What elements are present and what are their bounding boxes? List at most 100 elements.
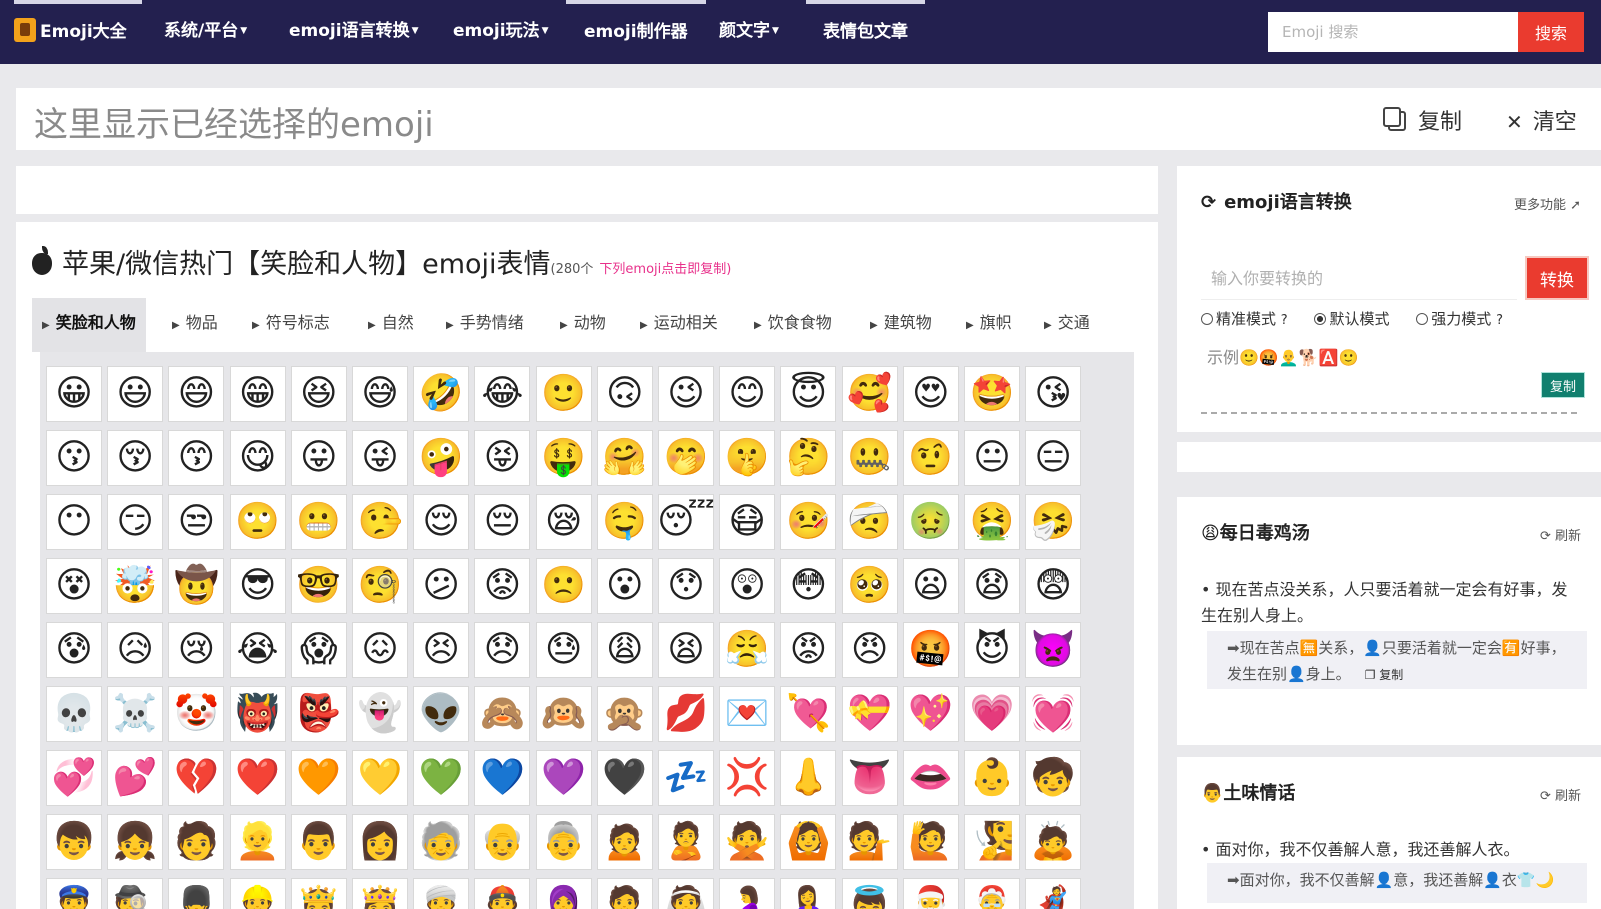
emoji-cell[interactable]: 🧒 xyxy=(1025,750,1082,806)
emoji-cell[interactable]: 💛 xyxy=(352,750,408,806)
emoji-cell[interactable]: 😲 xyxy=(719,558,776,614)
nav-item-platform[interactable]: 系统/平台 ▼ xyxy=(164,0,247,64)
tab-animals[interactable]: ▶ 动物 xyxy=(560,298,606,352)
emoji-cell[interactable]: 💤 xyxy=(658,750,714,806)
emoji-cell[interactable]: 😤 xyxy=(719,622,776,678)
nav-item-kaomoji[interactable]: 颜文字 ▼ xyxy=(719,0,779,64)
emoji-cell[interactable]: 💀 xyxy=(46,686,102,742)
emoji-cell[interactable]: 🙊 xyxy=(596,686,653,742)
tab-sports[interactable]: ▶ 运动相关 xyxy=(640,298,718,352)
emoji-cell[interactable]: 🙇 xyxy=(1025,814,1082,870)
emoji-cell[interactable]: 🥰 xyxy=(841,366,898,422)
emoji-cell[interactable]: 😳 xyxy=(780,558,837,614)
emoji-cell[interactable]: 😐 xyxy=(964,430,1020,486)
mode-precise[interactable]: 精准模式 ? xyxy=(1201,310,1288,328)
emoji-cell[interactable]: 😌 xyxy=(413,494,470,550)
emoji-cell[interactable]: 🤬 xyxy=(902,622,959,678)
emoji-cell[interactable]: 🤠 xyxy=(168,558,225,614)
emoji-cell[interactable]: 🦸 xyxy=(1025,878,1082,909)
emoji-cell[interactable]: 😨 xyxy=(1025,558,1082,614)
emoji-cell[interactable]: 💕 xyxy=(107,750,164,806)
emoji-cell[interactable]: 🧏 xyxy=(964,814,1020,870)
copy-selected-button[interactable]: 复制 xyxy=(1383,104,1462,136)
emoji-cell[interactable]: 😏 xyxy=(107,494,164,550)
emoji-cell[interactable]: 🤰 xyxy=(719,878,776,909)
emoji-cell[interactable]: 😎 xyxy=(229,558,286,614)
emoji-cell[interactable]: 💋 xyxy=(658,686,714,742)
emoji-cell[interactable]: 😠 xyxy=(841,622,898,678)
tab-flags[interactable]: ▶ 旗帜 xyxy=(966,298,1012,352)
emoji-cell[interactable]: 🤥 xyxy=(352,494,408,550)
emoji-cell[interactable]: 😣 xyxy=(413,622,470,678)
emoji-cell[interactable]: 🤔 xyxy=(780,430,837,486)
emoji-cell[interactable]: ❤️ xyxy=(229,750,286,806)
emoji-cell[interactable]: 😩 xyxy=(596,622,653,678)
emoji-cell[interactable]: 💂 xyxy=(168,878,225,909)
emoji-cell[interactable]: 🎅 xyxy=(902,878,959,909)
emoji-cell[interactable]: 👽 xyxy=(413,686,470,742)
emoji-cell[interactable]: 😵 xyxy=(46,558,102,614)
emoji-cell[interactable]: 😴 xyxy=(657,494,715,550)
emoji-cell[interactable]: 💖 xyxy=(902,686,959,742)
emoji-cell[interactable]: 👹 xyxy=(229,686,286,742)
search-input[interactable] xyxy=(1268,12,1518,52)
emoji-cell[interactable]: 😪 xyxy=(535,494,592,550)
emoji-cell[interactable]: 🙍 xyxy=(596,814,653,870)
emoji-cell[interactable]: 🙆 xyxy=(780,814,837,870)
emoji-cell[interactable]: 🕵️ xyxy=(107,878,164,909)
emoji-cell[interactable]: 🙋 xyxy=(902,814,959,870)
emoji-cell[interactable]: 👃 xyxy=(780,750,837,806)
emoji-cell[interactable]: 😘 xyxy=(1025,366,1082,422)
nav-item-language-convert[interactable]: emoji语言转换 ▼ xyxy=(289,0,419,64)
emoji-cell[interactable]: 😢 xyxy=(168,622,225,678)
mode-default[interactable]: 默认模式 xyxy=(1314,310,1390,328)
emoji-cell[interactable]: 😷 xyxy=(719,494,776,550)
emoji-cell[interactable]: 😛 xyxy=(290,430,347,486)
emoji-cell[interactable]: 💝 xyxy=(841,686,898,742)
emoji-cell[interactable]: 🧓 xyxy=(413,814,470,870)
tab-symbols[interactable]: ▶ 符号标志 xyxy=(252,298,330,352)
emoji-cell[interactable]: 😃 xyxy=(107,366,164,422)
emoji-cell[interactable]: 🥺 xyxy=(841,558,898,614)
emoji-cell[interactable]: 😯 xyxy=(658,558,714,614)
emoji-cell[interactable]: 🧐 xyxy=(352,558,408,614)
emoji-cell[interactable]: 🤮 xyxy=(964,494,1020,550)
more-features-link[interactable]: 更多功能 ➚ xyxy=(1514,194,1581,213)
selected-emoji-bar[interactable]: 这里显示已经选择的emoji 复制 ✕ 清空 xyxy=(16,88,1601,150)
emoji-cell[interactable]: 😂 xyxy=(474,366,531,422)
emoji-cell[interactable]: 👮 xyxy=(46,878,102,909)
tab-gestures[interactable]: ▶ 手势情绪 xyxy=(446,298,524,352)
emoji-cell[interactable]: 👻 xyxy=(352,686,408,742)
emoji-cell[interactable]: ☠️ xyxy=(107,686,164,742)
emoji-cell[interactable]: 🤨 xyxy=(902,430,959,486)
tab-nature[interactable]: ▶ 自然 xyxy=(368,298,414,352)
emoji-cell[interactable]: 😕 xyxy=(413,558,470,614)
emoji-cell[interactable]: 🤡 xyxy=(168,686,225,742)
emoji-cell[interactable]: 👸 xyxy=(352,878,408,909)
emoji-cell[interactable]: 🤪 xyxy=(413,430,470,486)
emoji-cell[interactable]: 🤫 xyxy=(719,430,776,486)
emoji-cell[interactable]: 👄 xyxy=(902,750,959,806)
emoji-cell[interactable]: 😄 xyxy=(168,366,225,422)
emoji-cell[interactable]: 🙄 xyxy=(229,494,286,550)
emoji-cell[interactable]: 👿 xyxy=(1025,622,1082,678)
nav-item-gameplay[interactable]: emoji玩法 ▼ xyxy=(453,0,549,64)
emoji-cell[interactable]: 🤑 xyxy=(535,430,592,486)
emoji-cell[interactable]: 🙈 xyxy=(474,686,531,742)
emoji-cell[interactable]: 🤩 xyxy=(964,366,1020,422)
tab-smileys-people[interactable]: ▶ 笑脸和人物 xyxy=(32,298,146,352)
emoji-cell[interactable]: 😮 xyxy=(596,558,653,614)
emoji-cell[interactable]: 🤴 xyxy=(290,878,347,909)
emoji-cell[interactable]: 😁 xyxy=(229,366,286,422)
copy-result-button[interactable]: 复制 xyxy=(1541,372,1585,398)
emoji-cell[interactable]: 🙎 xyxy=(658,814,714,870)
emoji-cell[interactable]: 💢 xyxy=(719,750,776,806)
emoji-cell[interactable]: 😀 xyxy=(46,366,102,422)
emoji-cell[interactable]: 👶 xyxy=(964,750,1020,806)
emoji-cell[interactable]: 😆 xyxy=(290,366,347,422)
emoji-cell[interactable]: 🙁 xyxy=(535,558,592,614)
emoji-cell[interactable]: 😗 xyxy=(46,430,102,486)
emoji-cell[interactable]: 👲 xyxy=(474,878,531,909)
nav-item-articles[interactable]: 表情包文章 xyxy=(806,0,925,64)
emoji-cell[interactable]: 😖 xyxy=(352,622,408,678)
